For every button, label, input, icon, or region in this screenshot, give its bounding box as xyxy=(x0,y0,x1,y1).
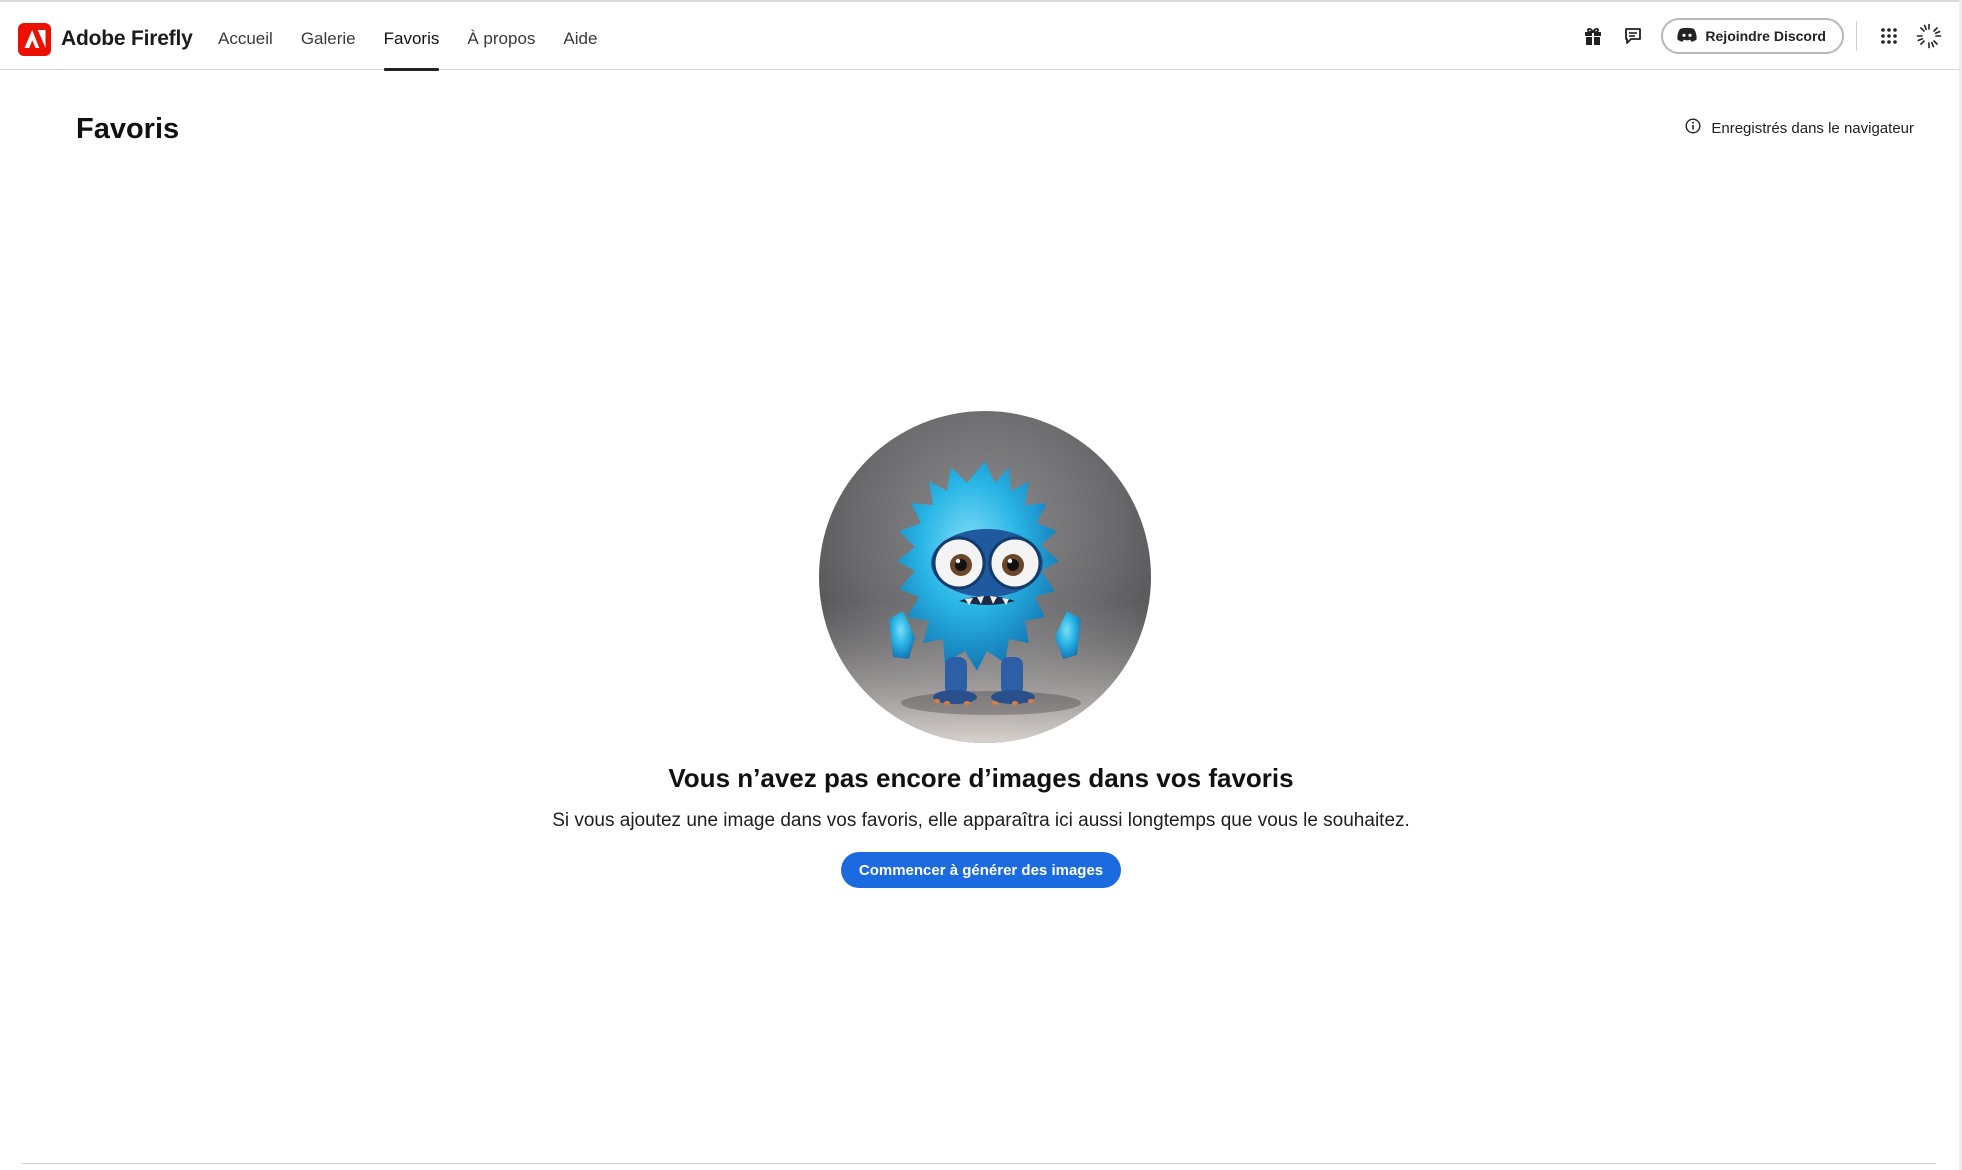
empty-state: Vous n’avez pas encore d’images dans vos… xyxy=(0,411,1962,888)
discord-button-label: Rejoindre Discord xyxy=(1705,28,1826,44)
gift-icon[interactable] xyxy=(1575,18,1611,54)
fluffy-monster-illustration xyxy=(819,411,1151,743)
storage-note-label: Enregistrés dans le navigateur xyxy=(1711,119,1914,137)
main-nav: Accueil Galerie Favoris À propos Aide xyxy=(204,2,611,71)
adobe-logo-icon xyxy=(18,22,51,56)
header-divider xyxy=(1856,21,1857,51)
top-header: Adobe Firefly Accueil Galerie Favoris À … xyxy=(0,2,1959,71)
nav-item-accueil[interactable]: Accueil xyxy=(204,2,287,70)
footer-divider xyxy=(22,1163,1936,1164)
empty-state-description: Si vous ajoutez une image dans vos favor… xyxy=(552,810,1410,831)
feedback-icon[interactable] xyxy=(1615,18,1651,54)
storage-note[interactable]: Enregistrés dans le navigateur xyxy=(1685,118,1914,138)
start-generating-button[interactable]: Commencer à générer des images xyxy=(840,852,1122,888)
loading-spinner-icon xyxy=(1911,18,1947,54)
join-discord-button[interactable]: Rejoindre Discord xyxy=(1661,18,1844,54)
nav-item-galerie[interactable]: Galerie xyxy=(287,2,370,70)
nav-item-favoris[interactable]: Favoris xyxy=(370,2,454,71)
brand-name: Adobe Firefly xyxy=(61,27,193,50)
discord-icon xyxy=(1677,27,1698,45)
nav-item-a-propos[interactable]: À propos xyxy=(453,2,549,70)
header-actions: Rejoindre Discord xyxy=(1571,18,1947,54)
apps-grid-icon[interactable] xyxy=(1871,18,1907,54)
info-icon xyxy=(1685,118,1701,138)
empty-state-title: Vous n’avez pas encore d’images dans vos… xyxy=(668,763,1294,793)
nav-item-aide[interactable]: Aide xyxy=(549,2,611,70)
brand[interactable]: Adobe Firefly xyxy=(18,22,193,56)
page-title: Favoris xyxy=(76,113,180,145)
